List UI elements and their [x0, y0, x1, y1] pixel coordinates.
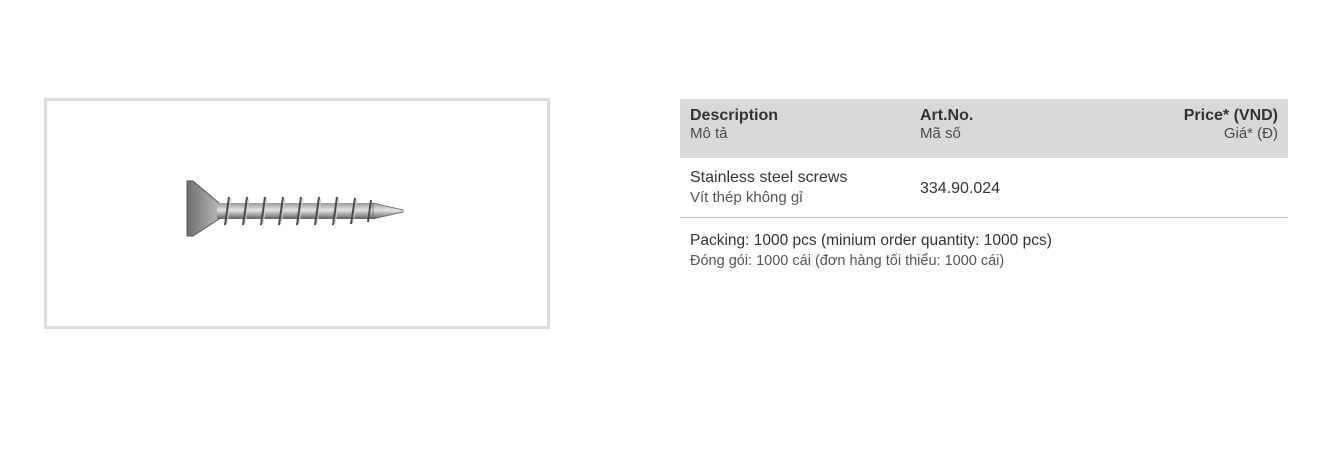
- screw-icon: [186, 180, 404, 237]
- product-page: Description Mô tả Art.No. Mã số Price* (…: [0, 0, 1327, 449]
- header-artno: Art.No. Mã số: [920, 107, 1120, 158]
- row-artno: 334.90.024: [920, 179, 1001, 197]
- table-header: Description Mô tả Art.No. Mã số Price* (…: [680, 99, 1288, 158]
- packing-note: Packing: 1000 pcs (minium order quantity…: [680, 218, 1288, 272]
- product-spec-table: Description Mô tả Art.No. Mã số Price* (…: [680, 99, 1288, 272]
- packing-note-vi: Đóng gói: 1000 cái (đơn hàng tối thiểu: …: [690, 253, 1005, 269]
- header-artno-en: Art.No.: [920, 107, 974, 124]
- header-price-vi: Giá* (Đ): [1223, 125, 1278, 142]
- row-description-en: Stainless steel screws: [690, 168, 848, 186]
- table-row: Stainless steel screws Vít thép không gỉ…: [680, 158, 1288, 218]
- row-description: Stainless steel screws Vít thép không gỉ: [690, 168, 920, 208]
- header-price-en: Price* (VND): [1183, 107, 1278, 124]
- header-description-vi: Mô tả: [690, 125, 728, 142]
- header-price: Price* (VND) Giá* (Đ): [1120, 107, 1278, 158]
- row-description-vi: Vít thép không gỉ: [690, 188, 803, 206]
- header-artno-vi: Mã số: [920, 125, 961, 142]
- packing-note-en: Packing: 1000 pcs (minium order quantity…: [690, 232, 1052, 249]
- header-description-en: Description: [690, 107, 779, 124]
- product-image-frame: [44, 98, 550, 329]
- header-description: Description Mô tả: [690, 107, 920, 158]
